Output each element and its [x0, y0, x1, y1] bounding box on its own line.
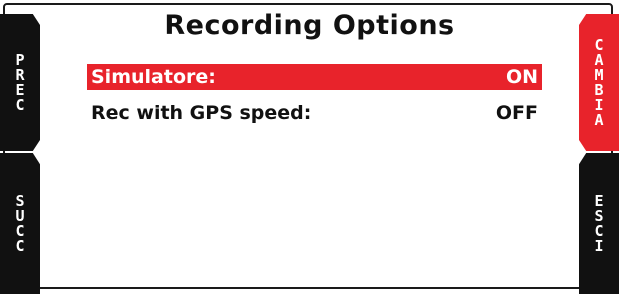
- button-label: SUCC: [15, 191, 25, 255]
- next-button[interactable]: SUCC: [0, 153, 40, 294]
- option-row-simulatore[interactable]: Simulatore: ON: [87, 64, 542, 90]
- button-label: ESCI: [594, 191, 604, 255]
- button-label: PREC: [15, 50, 25, 114]
- option-value: OFF: [495, 102, 538, 124]
- option-label: Simulatore:: [91, 66, 216, 88]
- exit-button[interactable]: ESCI: [579, 153, 619, 294]
- option-row-rec-gps-speed[interactable]: Rec with GPS speed: OFF: [87, 100, 542, 126]
- option-value: ON: [505, 66, 538, 88]
- change-button[interactable]: CAMBIA: [579, 14, 619, 151]
- page-title: Recording Options: [164, 10, 455, 41]
- button-label: CAMBIA: [594, 35, 604, 129]
- option-label: Rec with GPS speed:: [91, 102, 312, 124]
- prev-button[interactable]: PREC: [0, 14, 40, 151]
